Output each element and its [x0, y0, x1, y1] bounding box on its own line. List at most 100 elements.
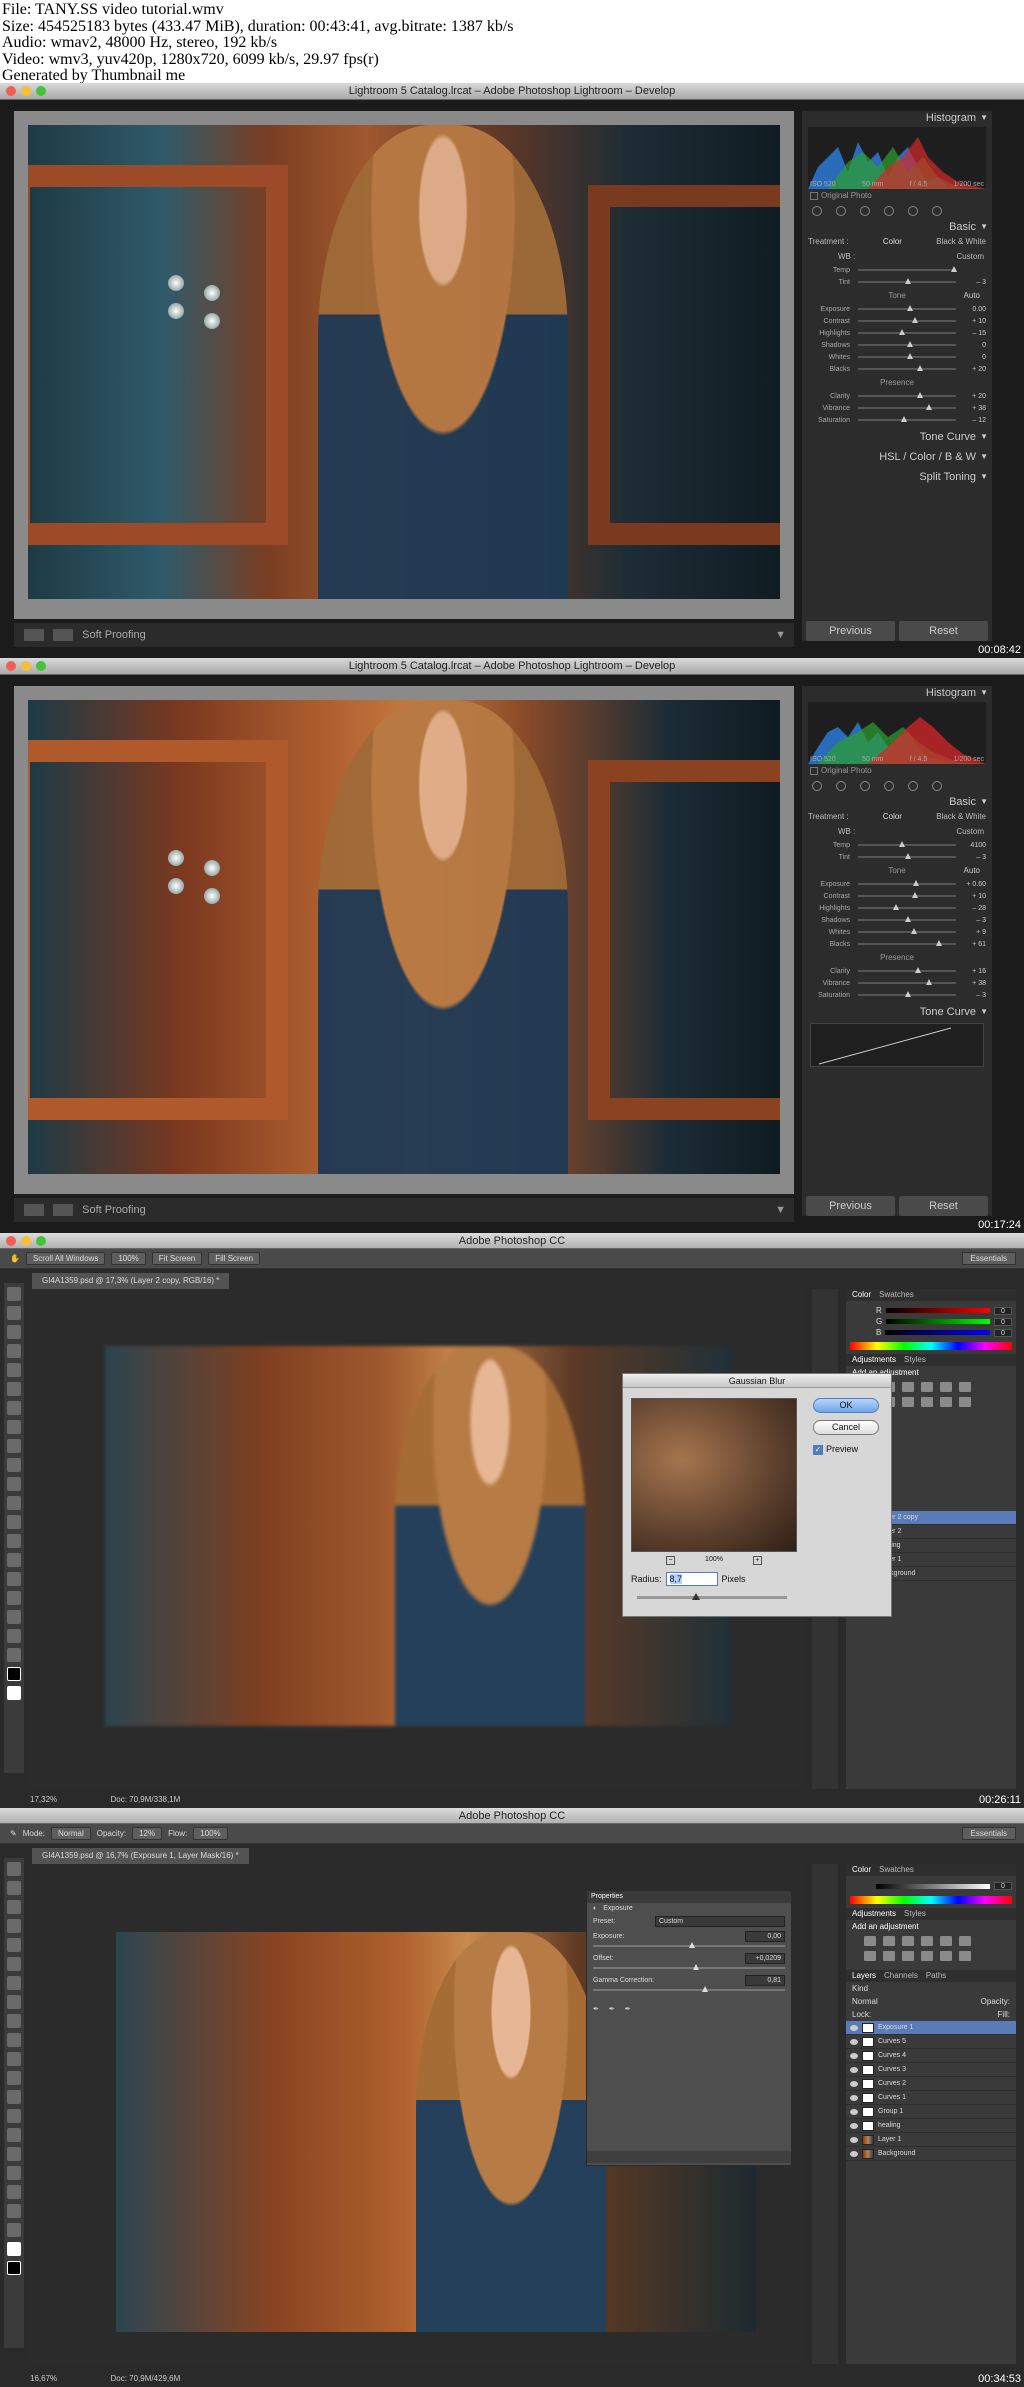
levels-icon[interactable]	[883, 1936, 895, 1946]
color-spectrum[interactable]	[850, 1342, 1012, 1350]
cancel-button[interactable]: Cancel	[813, 1420, 879, 1435]
treatment-bw[interactable]: Black & White	[936, 812, 986, 821]
slider-value[interactable]: – 12	[960, 417, 986, 424]
slider-track[interactable]	[858, 329, 956, 335]
document-tab[interactable]: GI4A1359.psd @ 17,3% (Layer 2 copy, RGB/…	[32, 1273, 230, 1289]
offset-input[interactable]: +0,0209	[745, 1953, 785, 1964]
preview-checkbox[interactable]: Preview	[813, 1444, 858, 1455]
slider-thumb[interactable]	[925, 404, 932, 410]
slider-track[interactable]	[858, 880, 956, 886]
path-select-icon[interactable]	[7, 1591, 21, 1605]
slider-value[interactable]: 0.00	[960, 306, 986, 313]
zoom-icon[interactable]	[36, 1236, 46, 1246]
opacity-input[interactable]: 12%	[132, 1827, 163, 1840]
slider-track[interactable]	[858, 278, 956, 284]
black-point-eyedropper-icon[interactable]: ✒	[593, 2005, 599, 2013]
soft-proofing-label[interactable]: Soft Proofing	[82, 1204, 146, 1216]
layer-row[interactable]: Curves 1	[846, 2091, 1016, 2105]
tab-paths[interactable]: Paths	[926, 1970, 946, 1982]
red-eye-icon[interactable]	[860, 206, 870, 216]
gray-point-eyedropper-icon[interactable]: ✒	[609, 2005, 615, 2013]
hand-tool-icon[interactable]: ✋	[10, 1254, 20, 1263]
slider-thumb[interactable]	[905, 916, 912, 922]
color-balance-icon[interactable]	[864, 1951, 876, 1961]
zoom-100-button[interactable]: 100%	[111, 1252, 146, 1265]
slider-thumb[interactable]	[911, 317, 918, 323]
brightness-icon[interactable]	[864, 1936, 876, 1946]
dodge-tool-icon[interactable]	[7, 2109, 21, 2123]
vibrance-icon[interactable]	[940, 1382, 952, 1392]
tab-adjustments[interactable]: Adjustments	[852, 1908, 896, 1920]
gradient-tool-icon[interactable]	[7, 2071, 21, 2085]
crop-icon[interactable]	[812, 781, 822, 791]
before-after-icon[interactable]	[53, 629, 74, 642]
radius-input[interactable]: 8,7	[665, 1572, 718, 1586]
lookup-icon[interactable]	[940, 1397, 952, 1407]
radius-slider-thumb[interactable]	[692, 1593, 700, 1600]
before-after-icon[interactable]	[53, 1204, 74, 1217]
channel-mixer-icon[interactable]	[921, 1951, 933, 1961]
original-photo-checkbox[interactable]: Original Photo	[810, 191, 984, 200]
quick-select-icon[interactable]	[7, 1919, 21, 1933]
layer-row[interactable]: Group 1	[846, 2105, 1016, 2119]
scroll-all-windows-checkbox[interactable]: Scroll All Windows	[25, 1252, 106, 1265]
pen-tool-icon[interactable]	[7, 1553, 21, 1567]
slider-track[interactable]	[858, 365, 956, 371]
wb-select[interactable]: Custom	[956, 252, 984, 261]
photo-image[interactable]	[28, 700, 780, 1174]
workspace-select[interactable]: Essentials	[961, 1827, 1016, 1840]
gradient-tool-icon[interactable]	[7, 1496, 21, 1510]
soft-proofing-label[interactable]: Soft Proofing	[82, 629, 146, 641]
tone-curve-header[interactable]: Tone Curve	[802, 430, 992, 444]
marquee-tool-icon[interactable]	[7, 1881, 21, 1895]
loupe-view-icon[interactable]	[24, 1204, 44, 1217]
slider-thumb[interactable]	[899, 329, 906, 335]
b-slider[interactable]	[885, 1330, 990, 1335]
slider-track[interactable]	[858, 979, 956, 985]
gamma-slider-thumb[interactable]	[702, 1986, 709, 1992]
curves-icon[interactable]	[902, 1382, 914, 1392]
auto-button[interactable]: Auto	[964, 866, 980, 875]
history-brush-icon[interactable]	[7, 2033, 21, 2047]
slider-value[interactable]: + 0.60	[960, 881, 986, 888]
zoom-icon[interactable]	[36, 661, 46, 671]
slider-thumb[interactable]	[936, 940, 943, 946]
slider-value[interactable]: – 3	[960, 279, 986, 286]
visibility-eye-icon[interactable]	[850, 2094, 858, 2101]
original-photo-checkbox[interactable]: Original Photo	[810, 766, 984, 775]
histogram-header[interactable]: Histogram	[802, 686, 992, 700]
r-slider[interactable]	[885, 1308, 990, 1313]
visibility-eye-icon[interactable]	[850, 2150, 858, 2157]
slider-track[interactable]	[858, 967, 956, 973]
blend-mode-select[interactable]: Normal	[852, 1997, 878, 2006]
flow-input[interactable]: 100%	[193, 1827, 228, 1840]
foreground-color-icon[interactable]	[7, 1667, 21, 1681]
slider-value[interactable]: – 3	[960, 992, 986, 999]
hand-tool-icon[interactable]	[7, 2204, 21, 2218]
visibility-eye-icon[interactable]	[850, 2122, 858, 2129]
background-color-icon[interactable]	[7, 2261, 21, 2275]
gamma-slider[interactable]	[593, 1986, 785, 1992]
brush-icon[interactable]	[932, 781, 942, 791]
layer-row[interactable]: Curves 4	[846, 2049, 1016, 2063]
tone-curve-header[interactable]: Tone Curve	[802, 1005, 992, 1019]
zoom-in-button[interactable]: +	[752, 1556, 762, 1565]
slider-value[interactable]: + 20	[960, 393, 986, 400]
kind-filter-select[interactable]: Kind	[852, 1984, 868, 1993]
slider-value[interactable]: + 16	[960, 968, 986, 975]
curves-icon[interactable]	[902, 1936, 914, 1946]
slider-thumb[interactable]	[951, 266, 958, 272]
slider-track[interactable]	[858, 353, 956, 359]
layer-row[interactable]: healing	[846, 2119, 1016, 2133]
stamp-tool-icon[interactable]	[7, 1439, 21, 1453]
close-icon[interactable]	[6, 86, 16, 96]
graduated-filter-icon[interactable]	[884, 781, 894, 791]
slider-value[interactable]: 4100	[960, 842, 986, 849]
exposure-slider[interactable]	[593, 1942, 785, 1948]
quick-select-icon[interactable]	[7, 1344, 21, 1358]
zoom-level[interactable]: 16,67%	[30, 2374, 57, 2383]
fit-screen-button[interactable]: Fit Screen	[151, 1252, 203, 1265]
type-tool-icon[interactable]	[7, 2147, 21, 2161]
treatment-color[interactable]: Color	[883, 237, 902, 246]
previous-button[interactable]: Previous	[806, 621, 895, 641]
